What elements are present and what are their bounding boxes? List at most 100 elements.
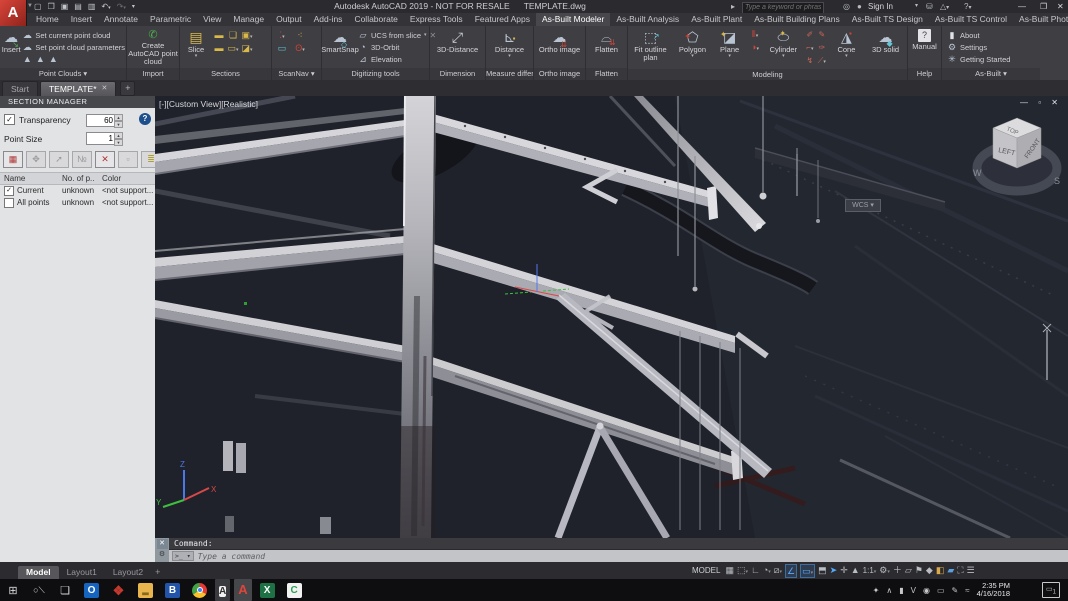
store-cart-icon[interactable]: ⛁	[926, 0, 933, 13]
save-icon[interactable]: ▣	[61, 2, 69, 11]
point-cloud-canvas[interactable]: Z X Y W S LEFT FRONT TOP	[155, 96, 1068, 538]
panel-label-help[interactable]: Help	[908, 68, 941, 80]
undo-icon[interactable]: ↶▾	[101, 2, 110, 11]
grid-toggle-icon[interactable]: ▦	[725, 563, 734, 578]
section-cut-icon[interactable]: ◪▾	[240, 43, 254, 56]
panel-label-measure-differences[interactable]: Measure differences	[486, 68, 533, 80]
taskbar-clock[interactable]: 2:35 PM4/16/2018	[977, 582, 1010, 599]
number-section-button[interactable]: №	[72, 151, 92, 168]
isometric-drafting-icon[interactable]: ⧄▾	[774, 563, 782, 578]
tab-collaborate[interactable]: Collaborate	[348, 13, 403, 26]
save-as-icon[interactable]: ▤	[74, 2, 82, 11]
file-explorer-icon[interactable]: ▂	[138, 583, 153, 598]
quick-properties-icon[interactable]: ⚑	[915, 563, 923, 578]
help-icon[interactable]: ?▾	[964, 0, 971, 13]
panel-label-scannav[interactable]: ScanNav ▾	[272, 68, 321, 80]
column-color[interactable]: Color	[102, 174, 155, 183]
pointsense-app-icon[interactable]: ❖	[111, 583, 126, 598]
scan-colors-icon[interactable]: ⁖	[291, 30, 309, 43]
sign-in-user-icon[interactable]: ●	[857, 0, 862, 13]
transparency-checkbox[interactable]: ✓	[4, 114, 15, 125]
polygon-button[interactable]: ⬠✦ Polygon ▾	[673, 27, 712, 69]
object-snap-icon[interactable]: ▭▾	[800, 564, 815, 578]
panel-label-point-clouds[interactable]: Point Clouds ▾	[0, 68, 126, 80]
model-tab[interactable]: Model	[18, 566, 59, 579]
snap-toggle-icon[interactable]: ⬚▾	[737, 563, 748, 578]
pipe-tool-icon[interactable]: ✐	[804, 30, 816, 43]
panel-label-dimension[interactable]: Dimension	[430, 68, 485, 80]
excel-icon[interactable]: X	[260, 583, 275, 598]
taskbar-search-icon[interactable]: ○⁠⟍	[26, 585, 52, 596]
pipe-bend-icon[interactable]: ✎	[816, 30, 828, 43]
drawing-viewport[interactable]: Z X Y W S LEFT FRONT TOP [-][Custom View…	[155, 96, 1068, 538]
create-autocad-point-cloud-button[interactable]: ✆ Create AutoCAD point cloud	[128, 27, 178, 68]
search-icon[interactable]: ◎	[843, 0, 850, 13]
search-expand-icon[interactable]: ▸	[731, 0, 735, 13]
close-command-icon[interactable]: ✕	[157, 539, 168, 549]
tab-annotate[interactable]: Annotate	[98, 13, 144, 26]
app-menu-caret-icon[interactable]: ▼	[27, 3, 33, 9]
tab-as-built-ts-design[interactable]: As-Built TS Design	[846, 13, 929, 26]
getting-started-button[interactable]: ✳ Getting Started	[947, 53, 1010, 65]
scan-marker-icon[interactable]: ▲	[22, 54, 32, 64]
column-name[interactable]: Name	[0, 174, 62, 183]
panel-label-import[interactable]: Import	[127, 68, 179, 80]
command-prompt-icon[interactable]: >_ ▾	[172, 551, 194, 561]
panel-label-sections[interactable]: Sections	[180, 68, 271, 80]
table-row-current[interactable]: ✓ Current unknown <not support...	[0, 185, 155, 196]
scan-target-icon[interactable]: ▲	[48, 54, 58, 64]
wcs-dropdown[interactable]: WCS ▾	[845, 199, 881, 212]
model-space-label[interactable]: MODEL	[692, 566, 720, 575]
tab-as-built-plant[interactable]: As-Built Plant	[685, 13, 748, 26]
lineweight-icon[interactable]: ✛	[840, 563, 848, 578]
annotation-scale-label[interactable]: 1:1▾	[863, 563, 877, 578]
tab-as-built-ts-control[interactable]: As-Built TS Control	[929, 13, 1013, 26]
move-section-button[interactable]: ➚	[49, 151, 69, 168]
tab-as-built-analysis[interactable]: As-Built Analysis	[610, 13, 685, 26]
column-points[interactable]: No. of p..	[62, 174, 102, 183]
customization-menu-icon[interactable]: ☰	[967, 563, 975, 578]
autodesk-alert-icon[interactable]: △▾	[940, 0, 949, 13]
section-stack-icon[interactable]: ❏	[226, 30, 240, 43]
people-tray-icon[interactable]: ✦	[873, 586, 880, 595]
panel-label-modeling[interactable]: Modeling	[628, 69, 907, 80]
sign-in-button[interactable]: Sign In	[868, 0, 893, 13]
layout2-tab[interactable]: Layout2	[105, 566, 151, 579]
hidden-icons-chevron[interactable]: ∧	[886, 586, 892, 595]
sign-in-caret-icon[interactable]: ▾	[915, 0, 918, 13]
scan-points-icon[interactable]: ⁚▾	[273, 30, 291, 43]
plane-disc-icon[interactable]: ◑▾	[747, 42, 763, 52]
dynamic-input-icon[interactable]: ➤	[830, 563, 838, 578]
scan-plan-icon[interactable]: ▭	[273, 43, 291, 56]
blue-b-app-icon[interactable]: B	[165, 583, 180, 598]
command-input-bar[interactable]: >_ ▾ Type a command	[169, 550, 1068, 562]
wifi-icon[interactable]: ≈	[965, 586, 969, 595]
close-tab-icon[interactable]: ✕	[102, 82, 108, 96]
new-file-icon[interactable]: ▢	[34, 2, 42, 11]
fit-section-button[interactable]: ✥	[26, 151, 46, 168]
insert-point-cloud-button[interactable]: ☁↘ Insert	[1, 27, 21, 68]
cylinder-button[interactable]: ⬭✦ Cylinder ▾	[764, 27, 803, 69]
panel-label-as-built[interactable]: As-Built ▾	[942, 68, 1040, 80]
transparency-input[interactable]	[86, 114, 116, 127]
smartsnap-button[interactable]: ☁◇ SmartSnap	[323, 27, 357, 68]
table-row-all-points[interactable]: All points unknown <not support...	[0, 197, 155, 208]
transparency-spinner[interactable]: ▲▼	[114, 114, 123, 127]
settings-button[interactable]: ⚙ Settings	[947, 41, 1010, 53]
qat-customize-icon[interactable]: ▾	[132, 3, 135, 10]
clean-screen-icon[interactable]: ⛶	[957, 563, 963, 578]
selection-cycling-icon[interactable]: ▲	[851, 563, 860, 578]
plane-pair-icon[interactable]: ⦀▾	[747, 29, 763, 40]
box-section-button[interactable]: ▫	[118, 151, 138, 168]
flatten-button[interactable]: ⌓⇊ Flatten	[588, 27, 626, 68]
pipe-branch-icon[interactable]: ⌐▾	[804, 43, 816, 56]
scan-station-icon[interactable]: ʘ▾	[291, 43, 309, 56]
section-top-icon[interactable]: ▬	[212, 30, 226, 43]
minimize-window-icon[interactable]: —	[1018, 0, 1026, 13]
tab-express-tools[interactable]: Express Tools	[404, 13, 469, 26]
tab-insert[interactable]: Insert	[65, 13, 98, 26]
distance-button[interactable]: ⊾▪ Distance ▾	[488, 27, 532, 68]
plot-icon[interactable]: ▥	[88, 2, 96, 11]
start-button[interactable]: ⊞	[0, 584, 26, 597]
ortho-toggle-icon[interactable]: ∟	[751, 563, 760, 578]
